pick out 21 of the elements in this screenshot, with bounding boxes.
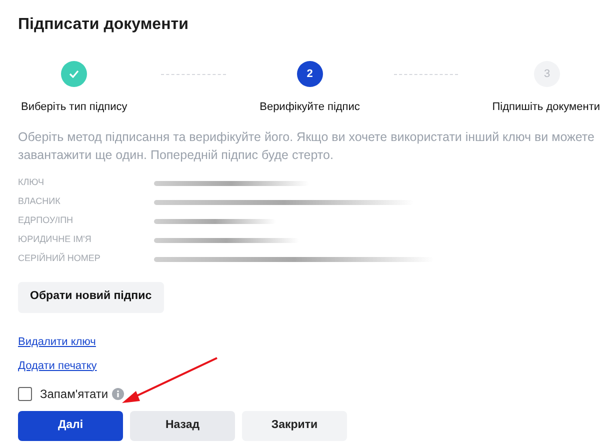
step-label: Верифікуйте підпис xyxy=(260,100,360,115)
choose-signature-button[interactable]: Обрати новий підпис xyxy=(18,282,164,312)
description-text: Оберіть метод підписання та верифікуйте його. Якщо ви хочете використати інший ключ ви можете завантажити ще один. Попередній підпис буде стерто. xyxy=(18,128,596,164)
field-label: СЕРІЙНИЙ НОМЕР xyxy=(18,252,102,266)
step-label: Підпишіть документи xyxy=(492,100,600,115)
step-label: Виберіть тип підпису xyxy=(21,100,128,115)
text-link[interactable]: Додати печатку xyxy=(18,358,97,372)
action-button[interactable]: Закрити xyxy=(242,410,347,440)
check-icon xyxy=(69,70,79,78)
action-button[interactable]: Назад xyxy=(130,410,235,440)
remember-label: Запам'ятати xyxy=(40,386,108,402)
field-label: ВЛАСНИК xyxy=(18,195,62,208)
text-link[interactable]: Видалити ключ xyxy=(18,334,96,348)
step-number: 3 xyxy=(534,61,560,87)
action-button[interactable]: Далі xyxy=(18,410,123,440)
field-label: КЛЮЧ xyxy=(18,176,45,190)
step-number: 2 xyxy=(296,61,323,87)
page-title: Підписати документи xyxy=(18,15,190,35)
remember-checkbox[interactable] xyxy=(18,386,32,400)
field-label: ЮРИДИЧНЕ ІМ'Я xyxy=(18,233,92,246)
field-label: ЕДРПОУ/ІПН xyxy=(18,214,74,228)
